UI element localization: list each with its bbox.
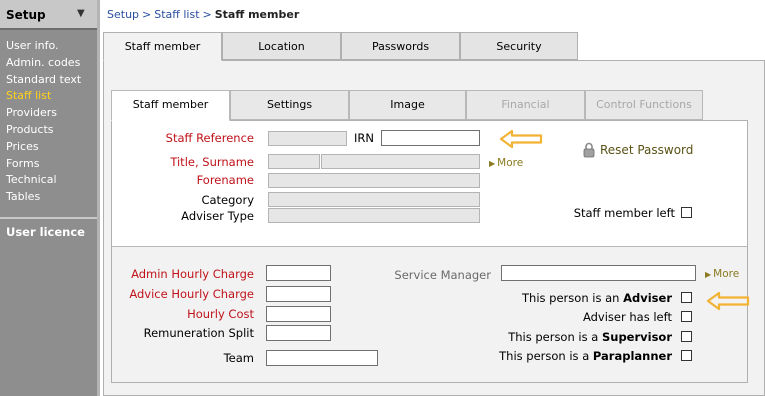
sidebar-item-user-licence[interactable]: User licence <box>6 225 85 239</box>
adviser-label-prefix: This person is an <box>522 291 620 305</box>
title-surname-label: Title, Surname <box>170 155 254 169</box>
team-input[interactable] <box>266 350 378 366</box>
sidebar-item-tables[interactable]: Tables <box>6 189 81 206</box>
adviser-label-bold: Adviser <box>623 291 672 305</box>
staff-reference-label: Staff Reference <box>165 131 254 145</box>
breadcrumb-current: Staff member <box>214 8 300 21</box>
staff-member-left-checkbox[interactable] <box>681 207 692 218</box>
sidebar-divider <box>0 217 97 219</box>
supervisor-label-bold: Supervisor <box>601 330 672 344</box>
breadcrumb: Setup > Staff list > Staff member <box>107 8 299 21</box>
sidebar: Setup ▼ User info. Admin. codes Standard… <box>0 0 97 396</box>
remuneration-split-label: Remuneration Split <box>143 326 254 340</box>
breadcrumb-setup[interactable]: Setup <box>107 8 139 21</box>
category-label: Category <box>201 193 254 207</box>
adviser-checkbox[interactable] <box>681 292 692 303</box>
irn-input[interactable] <box>381 130 480 146</box>
sidebar-item-products[interactable]: Products <box>6 122 81 139</box>
staff-reference-field <box>268 131 347 146</box>
advice-hourly-charge-label: Advice Hourly Charge <box>129 287 254 301</box>
reset-password-link[interactable]: Reset Password <box>583 142 693 158</box>
paraplanner-label-prefix: This person is a <box>499 349 590 363</box>
tab-staff-member[interactable]: Staff member <box>103 32 222 61</box>
sidebar-item-admin-codes[interactable]: Admin. codes <box>6 55 81 72</box>
subtab-staff-member[interactable]: Staff member <box>111 90 230 121</box>
adviser-type-field <box>268 208 480 223</box>
play-icon: ▶ <box>489 159 496 168</box>
advice-hourly-charge-input[interactable] <box>266 286 331 302</box>
sidebar-edge <box>97 0 100 396</box>
service-manager-input[interactable] <box>501 265 696 281</box>
sidebar-item-prices[interactable]: Prices <box>6 139 81 156</box>
supervisor-label-prefix: This person is a <box>508 330 599 344</box>
lock-icon <box>583 142 595 158</box>
forename-label: Forename <box>196 173 254 187</box>
reset-password-label: Reset Password <box>600 143 694 157</box>
adviser-type-label: Adviser Type <box>181 209 254 223</box>
sidebar-title: Setup <box>6 8 46 22</box>
tab-passwords[interactable]: Passwords <box>341 32 460 60</box>
title-field <box>268 154 320 169</box>
sidebar-header[interactable]: Setup ▼ <box>0 0 97 30</box>
supervisor-label: This person is a Supervisor <box>508 330 672 344</box>
admin-hourly-charge-input[interactable] <box>266 265 331 281</box>
adviser-label: This person is an Adviser <box>522 291 672 305</box>
team-label: Team <box>223 351 254 365</box>
more-label: More <box>713 268 740 280</box>
subtab-settings[interactable]: Settings <box>230 90 349 120</box>
chevron-down-icon[interactable]: ▼ <box>77 8 85 19</box>
arrow-left-icon <box>499 129 543 149</box>
sidebar-item-providers[interactable]: Providers <box>6 105 81 122</box>
breadcrumb-separator: > <box>142 8 152 21</box>
more-link[interactable]: ▶ More <box>489 157 523 169</box>
subtab-image[interactable]: Image <box>349 90 466 120</box>
breadcrumb-separator: > <box>202 8 212 21</box>
sidebar-item-standard-text[interactable]: Standard text <box>6 72 81 89</box>
remuneration-split-input[interactable] <box>266 325 331 341</box>
sidebar-item-user-info[interactable]: User info. <box>6 38 81 55</box>
play-icon: ▶ <box>705 270 712 279</box>
tab-security[interactable]: Security <box>460 32 578 60</box>
service-manager-label: Service Manager <box>394 268 491 282</box>
supervisor-checkbox[interactable] <box>681 331 692 342</box>
paraplanner-label: This person is a Paraplanner <box>499 349 672 363</box>
paraplanner-label-bold: Paraplanner <box>592 349 672 363</box>
surname-field <box>321 154 480 169</box>
forename-field <box>268 173 480 188</box>
paraplanner-checkbox[interactable] <box>681 350 692 361</box>
hourly-cost-input[interactable] <box>266 306 331 322</box>
arrow-left-icon <box>706 291 750 311</box>
hourly-cost-label: Hourly Cost <box>187 307 254 321</box>
sidebar-item-technical[interactable]: Technical <box>6 172 81 189</box>
category-field <box>268 192 480 207</box>
adviser-has-left-checkbox[interactable] <box>681 311 692 322</box>
adviser-has-left-label: Adviser has left <box>582 310 672 324</box>
more-label: More <box>497 157 524 169</box>
sidebar-item-staff-list[interactable]: Staff list <box>6 88 81 105</box>
subtab-financial: Financial <box>466 90 585 120</box>
irn-label: IRN <box>354 131 374 145</box>
breadcrumb-staff-list[interactable]: Staff list <box>154 8 199 21</box>
tab-location[interactable]: Location <box>222 32 341 60</box>
service-manager-more-link[interactable]: ▶ More <box>705 268 739 280</box>
staff-member-left-label: Staff member left <box>573 206 675 220</box>
sidebar-menu: User info. Admin. codes Standard text St… <box>6 38 81 206</box>
sidebar-item-forms[interactable]: Forms <box>6 156 81 173</box>
subtab-control-functions: Control Functions <box>585 90 703 120</box>
admin-hourly-charge-label: Admin Hourly Charge <box>131 267 254 281</box>
